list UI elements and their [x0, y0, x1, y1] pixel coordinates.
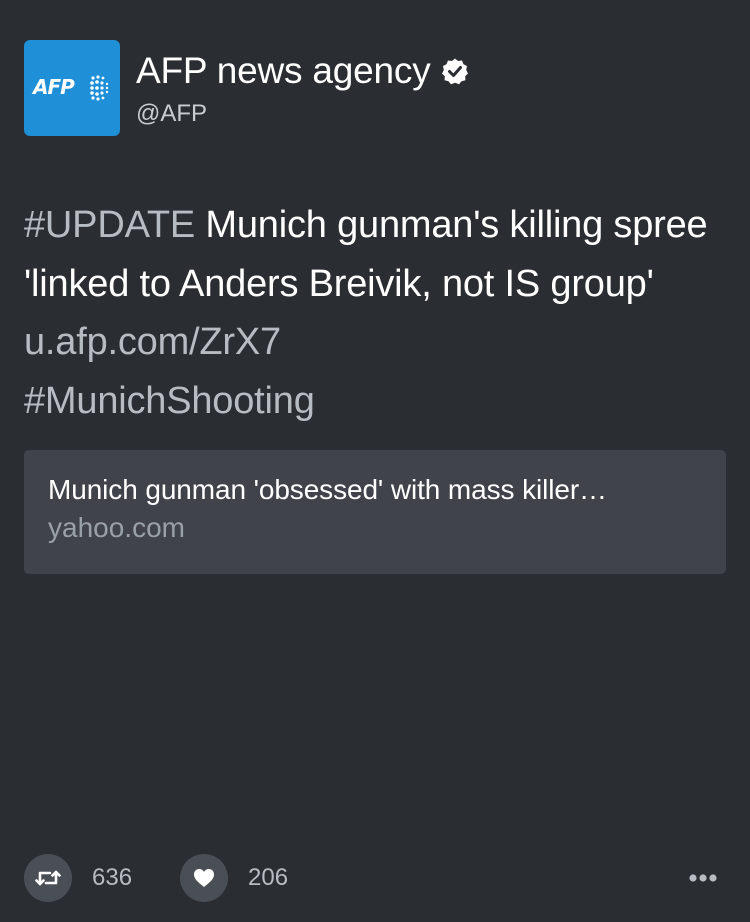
like-count: 206 [248, 864, 289, 891]
avatar[interactable]: AFP [24, 40, 120, 136]
like-button[interactable] [180, 854, 229, 902]
link-card[interactable]: Munich gunman 'obsessed' with mass kille… [24, 450, 726, 574]
display-name[interactable]: AFP news agency [136, 50, 431, 92]
action-bar: 636 206 [24, 854, 726, 902]
more-icon[interactable] [688, 872, 718, 884]
retweet-group: 636 [24, 854, 132, 902]
link-card-title: Munich gunman 'obsessed' with mass kille… [48, 474, 607, 505]
hashtag-munich-shooting[interactable]: #MunichShooting [24, 380, 315, 422]
retweet-icon [35, 870, 61, 886]
avatar-logo-text: AFP [33, 75, 75, 99]
heart-icon [194, 869, 215, 887]
author-info: AFP news agency @AFP [136, 40, 469, 128]
verified-badge-icon [441, 58, 468, 85]
tweet-link[interactable]: u.afp.com/ZrX7 [24, 321, 281, 363]
tweet-text: #UPDATE Munich gunman's killing spree 'l… [24, 196, 724, 430]
display-name-row: AFP news agency [136, 50, 469, 92]
author-handle[interactable]: @AFP [136, 100, 469, 128]
tweet-header: AFP AFP news agency @AFP [24, 40, 469, 138]
hashtag-update[interactable]: #UPDATE [24, 204, 195, 246]
globe-icon [90, 75, 109, 101]
like-group: 206 [180, 854, 288, 902]
retweet-count: 636 [92, 864, 133, 891]
link-card-domain: yahoo.com [48, 512, 185, 543]
retweet-button[interactable] [24, 854, 72, 902]
